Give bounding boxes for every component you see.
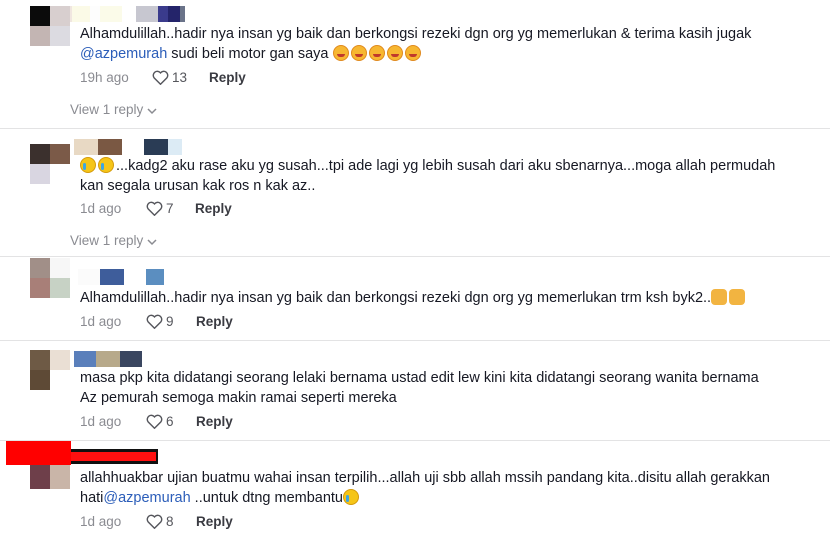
divider [0,440,830,441]
crying-face-icon [343,489,359,505]
like-button[interactable]: 8 [146,512,174,532]
reply-button[interactable]: Reply [195,199,232,219]
mention-link[interactable]: @azpemurah [80,46,167,62]
like-button[interactable]: 6 [146,412,174,432]
timestamp: 1d ago [80,414,122,429]
reply-button[interactable]: Reply [209,68,246,88]
avatar[interactable] [30,6,70,46]
avatar[interactable] [30,465,70,489]
smiling-face-with-hearts-icon [404,45,421,61]
comment-text: Alhamdulillah..hadir nya insan yg baik d… [80,26,752,62]
like-button[interactable]: 9 [146,312,174,332]
open-hands-icon [711,289,728,305]
username-redacted[interactable] [6,441,71,465]
smiling-face-with-hearts-icon [368,45,385,61]
timestamp: 19h ago [80,70,129,85]
like-count: 9 [166,314,174,329]
username-redacted[interactable] [74,139,182,155]
divider [0,256,830,257]
like-count: 8 [166,514,174,529]
reply-button[interactable]: Reply [196,312,233,332]
username-redaction-line [71,452,156,461]
avatar[interactable] [30,258,70,298]
heart-outline-icon [146,201,163,217]
timestamp: 1d ago [80,514,122,529]
smiling-face-with-hearts-icon [332,45,349,61]
view-replies-button[interactable]: View 1 reply [70,232,157,250]
username-redacted[interactable] [78,269,164,285]
smiling-face-with-hearts-icon [386,45,403,61]
comment-text: ...kadg2 aku rase aku yg susah...tpi ade… [80,157,776,194]
like-count: 6 [166,414,174,429]
reply-button[interactable]: Reply [196,412,233,432]
thumbs-up-icon [729,289,746,305]
heart-outline-icon [146,514,163,530]
divider [0,340,830,341]
comment-text: Alhamdulillah..hadir nya insan yg baik d… [80,288,815,308]
crying-face-icon [80,157,96,173]
username-redacted[interactable] [74,351,142,367]
like-count: 13 [172,70,188,85]
heart-outline-icon [146,414,163,430]
divider [0,128,830,129]
chevron-down-icon [147,239,157,246]
avatar[interactable] [30,350,70,390]
chevron-down-icon [147,108,157,115]
like-button[interactable]: 7 [146,199,174,219]
comment-text: allahhuakbar ujian buatmu wahai insan te… [80,470,770,506]
like-count: 7 [166,201,174,216]
heart-outline-icon [152,70,169,86]
avatar[interactable] [30,144,70,184]
mention-link[interactable]: @azpemurah [103,490,190,506]
timestamp: 1d ago [80,201,122,216]
view-replies-button[interactable]: View 1 reply [70,101,157,119]
like-button[interactable]: 13 [152,68,187,88]
timestamp: 1d ago [80,314,122,329]
comment-text: masa pkp kita didatangi seorang lelaki b… [80,370,759,406]
reply-button[interactable]: Reply [196,512,233,532]
crying-face-icon [98,157,114,173]
smiling-face-with-hearts-icon [350,45,367,61]
heart-outline-icon [146,314,163,330]
